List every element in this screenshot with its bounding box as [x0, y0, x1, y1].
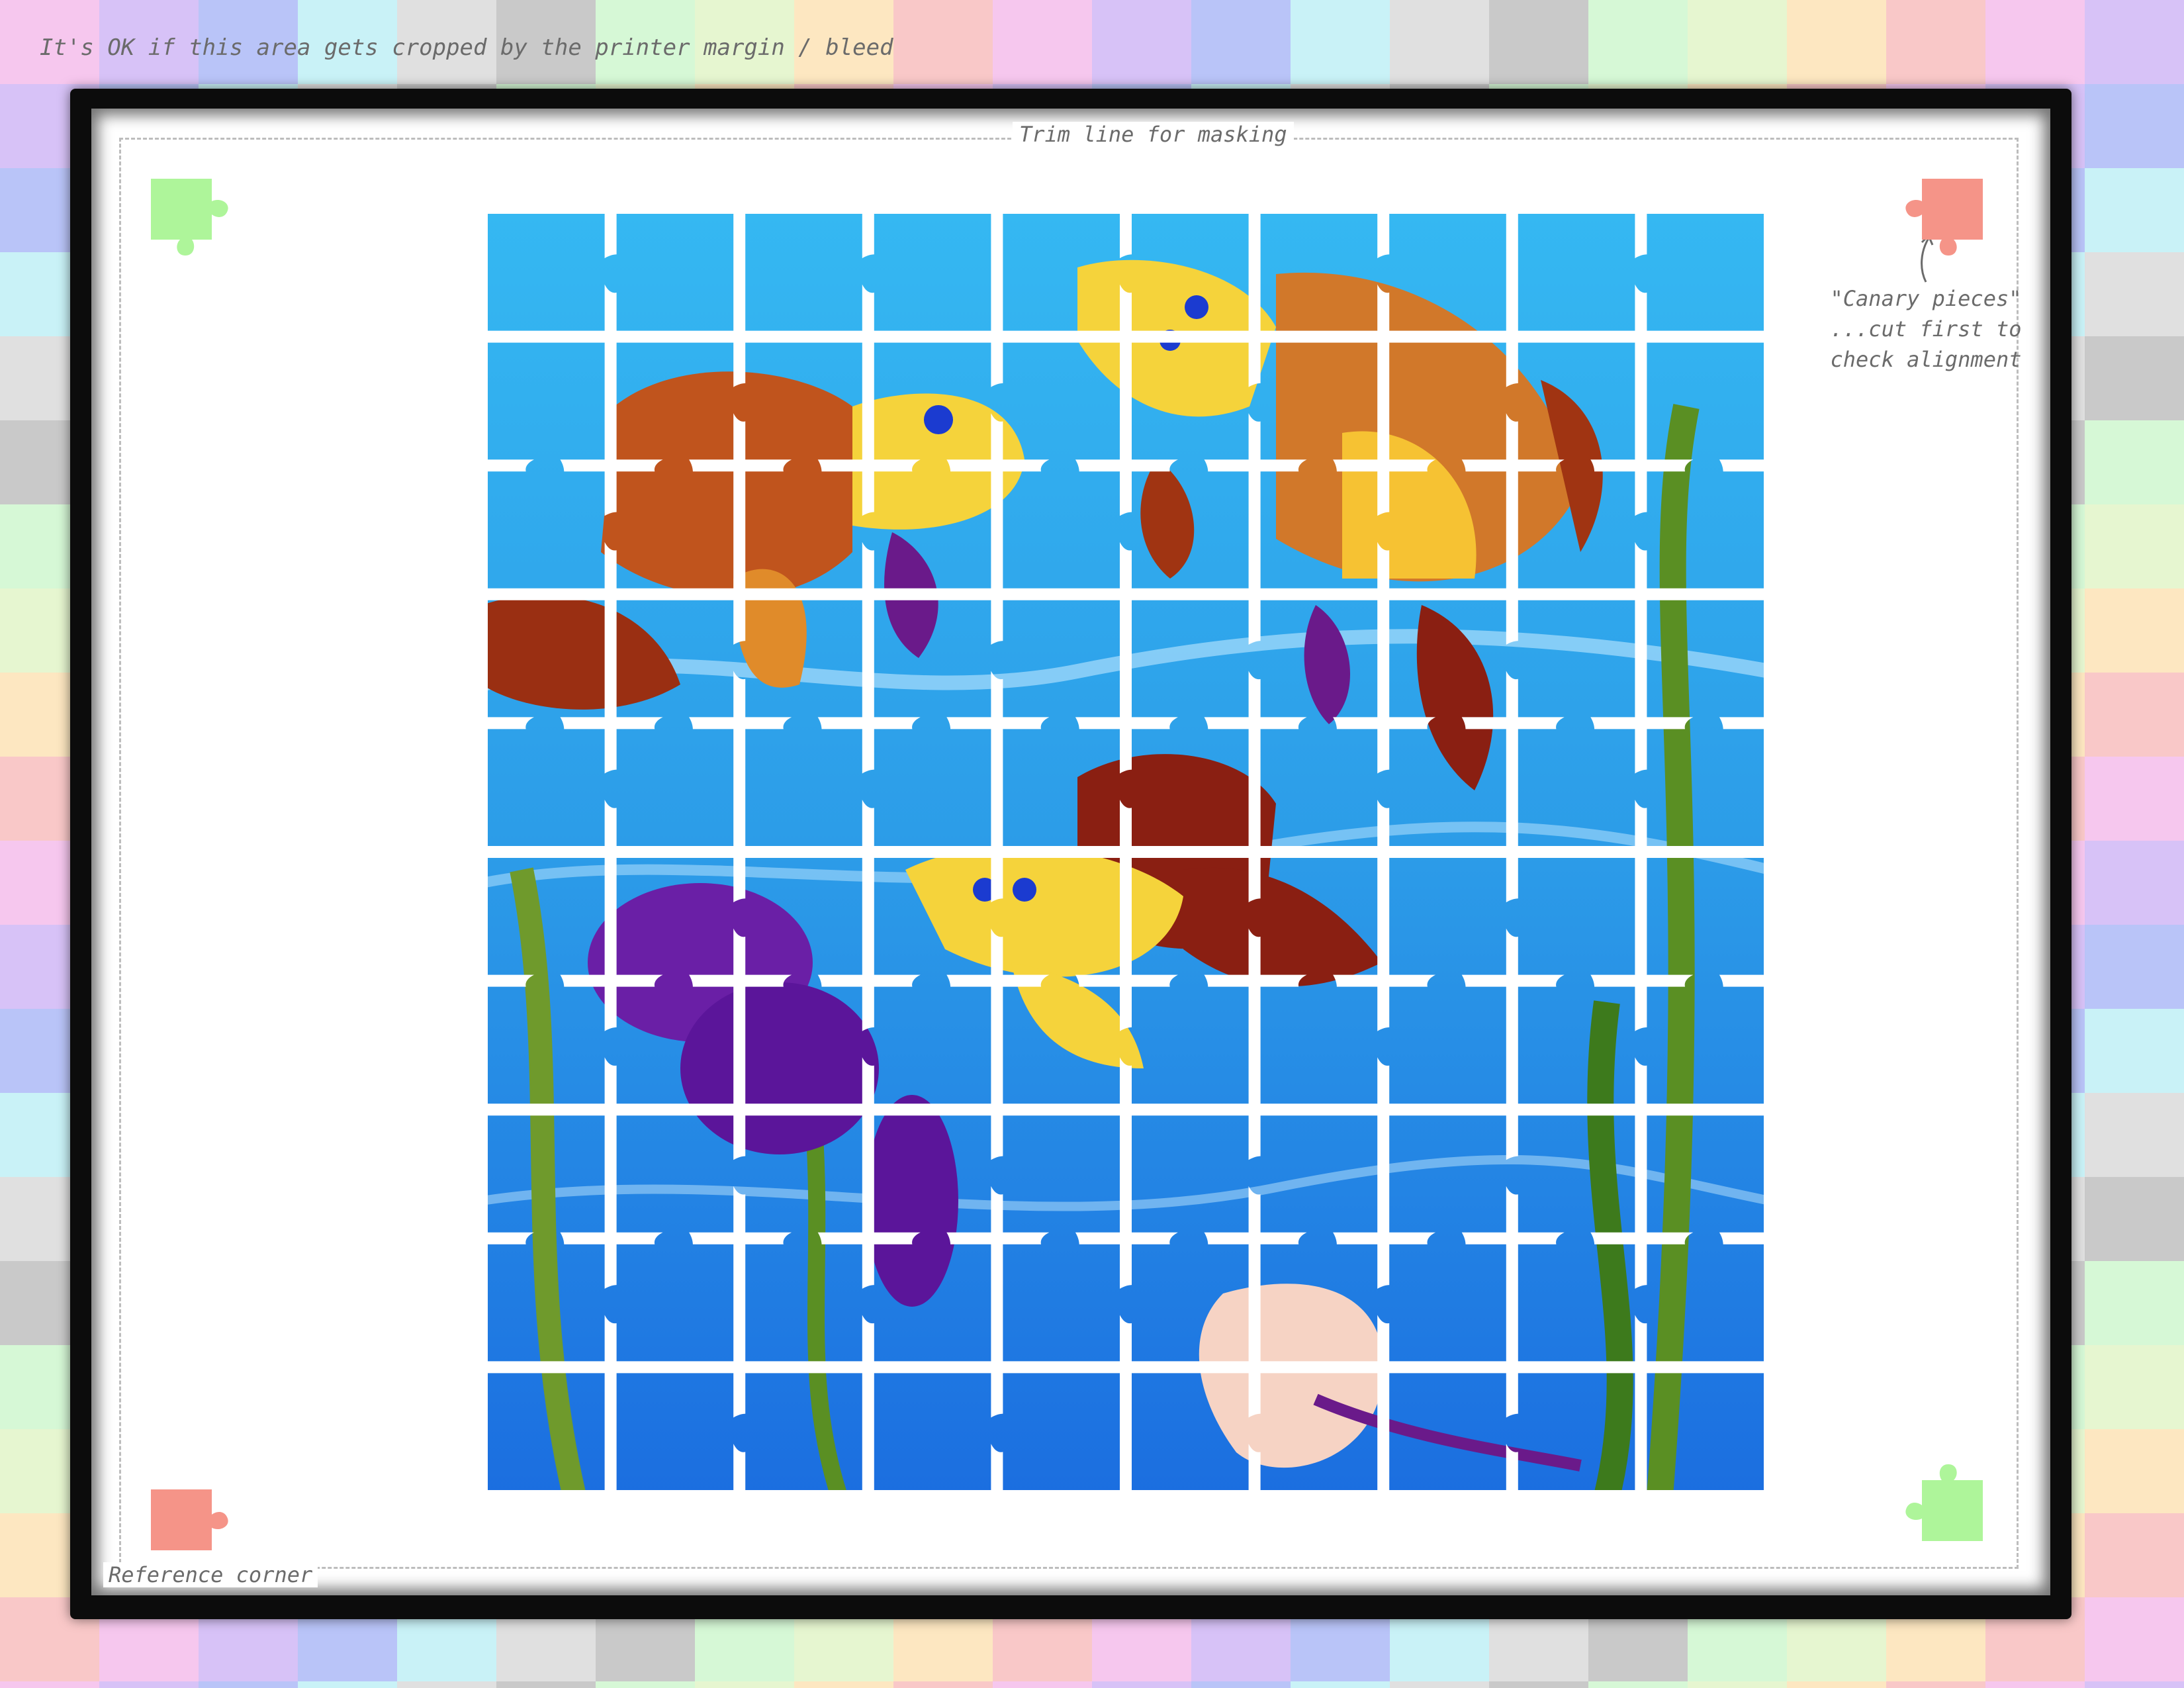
- bleed-color-cell: [2085, 1345, 2184, 1429]
- bleed-color-cell: [1291, 1681, 1390, 1688]
- bleed-color-cell: [893, 1681, 993, 1688]
- bleed-color-cell: [2085, 168, 2184, 252]
- reference-corner-label: Reference corner: [103, 1562, 318, 1587]
- bleed-color-cell: [1092, 1681, 1191, 1688]
- puzzle-artwork: [488, 214, 1764, 1490]
- jigsaw-puzzle-image: [488, 214, 1764, 1490]
- canary-pieces-note: "Canary pieces" ...cut first to check al…: [1813, 283, 2038, 375]
- bleed-color-cell: [893, 0, 993, 84]
- bleed-color-cell: [0, 1681, 99, 1688]
- canary-note-line2: ...cut first to: [1830, 316, 2022, 342]
- bleed-color-cell: [2085, 84, 2184, 168]
- bleed-color-cell: [2085, 1009, 2184, 1093]
- bleed-color-cell: [2085, 0, 2184, 84]
- bleed-color-cell: [2085, 588, 2184, 673]
- bleed-color-cell: [993, 1681, 1092, 1688]
- bleed-color-cell: [2085, 841, 2184, 925]
- bleed-color-cell: [2085, 336, 2184, 420]
- bleed-color-cell: [298, 1681, 397, 1688]
- bleed-color-cell: [1390, 0, 1489, 84]
- bleed-color-cell: [2085, 1513, 2184, 1597]
- bleed-color-cell: [2085, 252, 2184, 336]
- bleed-color-cell: [2085, 420, 2184, 504]
- bleed-color-cell: [596, 1681, 695, 1688]
- bleed-color-cell: [2085, 1597, 2184, 1681]
- bleed-color-cell: [2085, 1681, 2184, 1688]
- red-puzzle-piece-icon[interactable]: [1903, 179, 1983, 258]
- bleed-color-cell: [1787, 1681, 1886, 1688]
- bleed-color-cell: [1092, 0, 1191, 84]
- bleed-color-cell: [2085, 1429, 2184, 1513]
- bleed-color-cell: [695, 1681, 794, 1688]
- bleed-color-cell: [1688, 0, 1787, 84]
- bleed-color-cell: [2085, 1177, 2184, 1261]
- bleed-color-cell: [1588, 1681, 1688, 1688]
- bleed-color-cell: [993, 0, 1092, 84]
- green-puzzle-piece-icon[interactable]: [1903, 1462, 1983, 1541]
- bleed-color-cell: [2085, 757, 2184, 841]
- canary-note-line1: "Canary pieces": [1830, 286, 2022, 311]
- green-puzzle-piece-icon[interactable]: [151, 179, 230, 258]
- bleed-color-cell: [2085, 1093, 2184, 1177]
- trim-line-label: Trim line for masking: [1013, 122, 1294, 147]
- bleed-color-cell: [1886, 1681, 1985, 1688]
- bleed-color-cell: [496, 1681, 596, 1688]
- bleed-color-cell: [2085, 504, 2184, 588]
- bleed-color-cell: [1588, 0, 1688, 84]
- bleed-color-cell: [1291, 0, 1390, 84]
- canary-note-line3: check alignment: [1830, 347, 2022, 372]
- bleed-color-cell: [2085, 673, 2184, 757]
- bleed-note: It's OK if this area gets cropped by the…: [40, 34, 893, 61]
- bleed-color-cell: [1985, 1681, 2085, 1688]
- bleed-color-cell: [99, 1681, 199, 1688]
- bleed-color-cell: [1191, 1681, 1291, 1688]
- bleed-color-cell: [1390, 1681, 1489, 1688]
- bleed-color-cell: [1489, 0, 1588, 84]
- bleed-color-cell: [1688, 1681, 1787, 1688]
- bleed-color-cell: [1191, 0, 1291, 84]
- bleed-color-cell: [2085, 925, 2184, 1009]
- red-puzzle-piece-icon[interactable]: [151, 1471, 230, 1550]
- bleed-color-cell: [397, 1681, 496, 1688]
- bleed-color-cell: [1886, 0, 1985, 84]
- bleed-color-cell: [1787, 0, 1886, 84]
- bleed-color-cell: [1489, 1681, 1588, 1688]
- bleed-color-cell: [199, 1681, 298, 1688]
- bleed-color-cell: [794, 1681, 893, 1688]
- bleed-color-cell: [2085, 1261, 2184, 1345]
- bleed-color-cell: [1985, 0, 2085, 84]
